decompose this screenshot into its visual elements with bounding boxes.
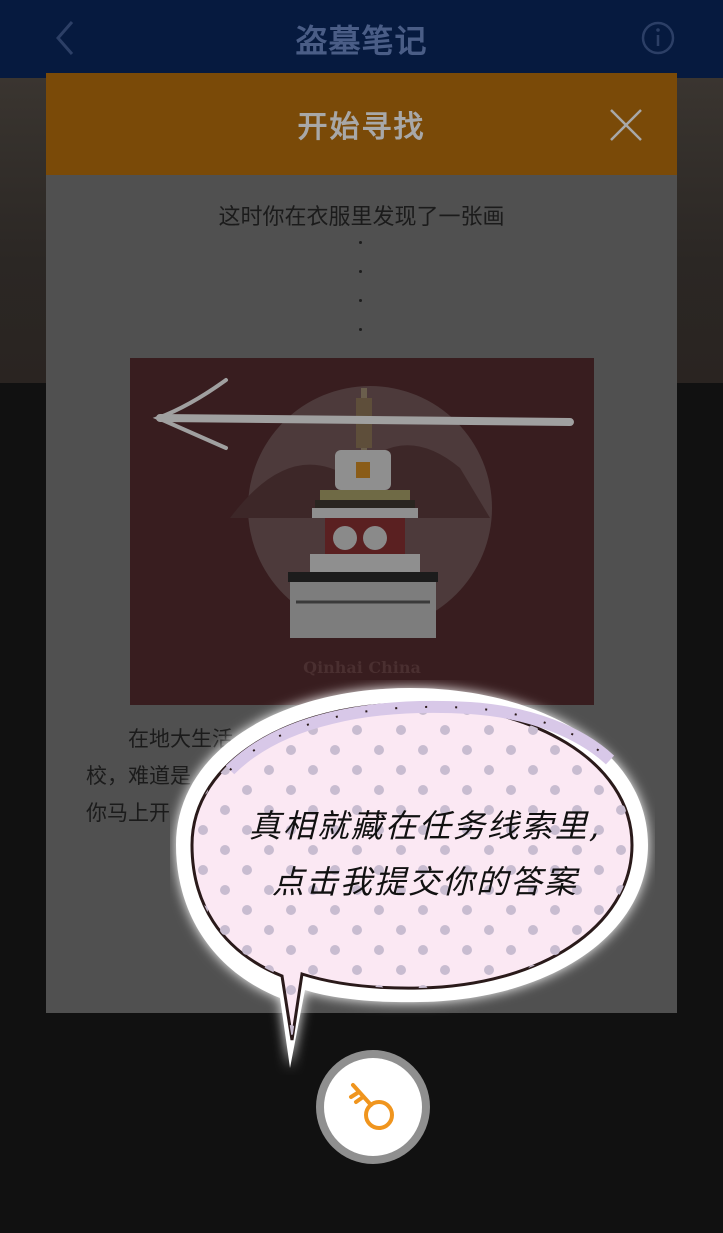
app-title: 盗墓笔记 [295, 22, 428, 60]
ellipsis-dots [359, 241, 365, 357]
app-header: 盗墓笔记 [0, 0, 723, 78]
submit-answer-button[interactable] [316, 1050, 430, 1164]
hint-line-2: 点击我提交你的答案 [271, 863, 578, 901]
clue-painting: Qinhai China [130, 358, 594, 705]
stupa-illustration [152, 378, 574, 638]
back-icon[interactable] [46, 18, 86, 58]
hint-line-1: 真相就藏在任务线索里, [248, 807, 602, 845]
submit-answer-inner[interactable] [324, 1058, 422, 1156]
modal-header: 开始寻找 [46, 73, 677, 175]
story-line: 这时你在衣服里发现了一张画 [218, 205, 505, 230]
paragraph-line-3: 你马上开 [86, 801, 170, 825]
close-icon[interactable] [609, 108, 643, 142]
hint-text: 真相就藏在任务线索里, 点击我提交你的答案 [225, 798, 625, 910]
info-icon[interactable] [640, 20, 676, 56]
key-icon [349, 1083, 394, 1130]
painting-caption: Qinhai China [303, 658, 421, 677]
modal-title: 开始寻找 [297, 110, 426, 145]
